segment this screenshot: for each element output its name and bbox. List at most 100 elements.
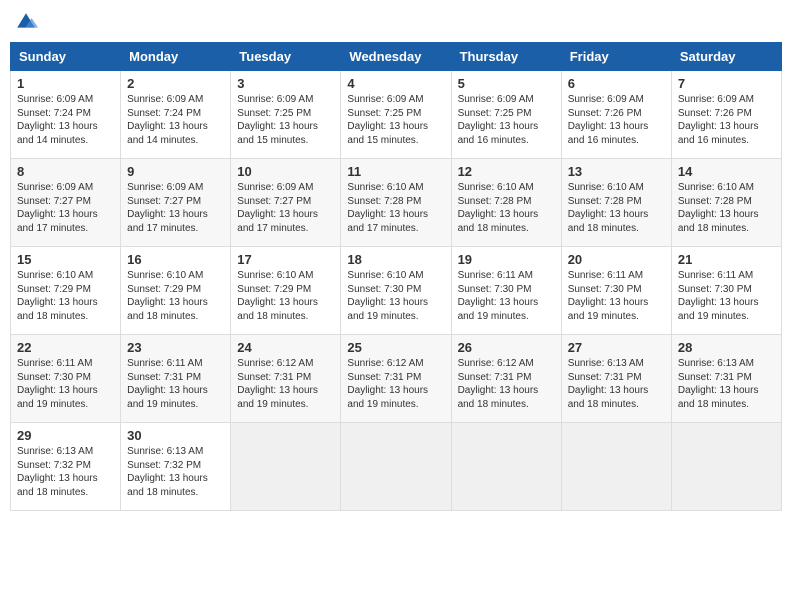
day-number: 7 <box>678 76 775 91</box>
calendar-cell: 12 Sunrise: 6:10 AM Sunset: 7:28 PM Dayl… <box>451 159 561 247</box>
calendar-cell: 2 Sunrise: 6:09 AM Sunset: 7:24 PM Dayli… <box>121 71 231 159</box>
day-number: 25 <box>347 340 444 355</box>
calendar-cell: 6 Sunrise: 6:09 AM Sunset: 7:26 PM Dayli… <box>561 71 671 159</box>
day-number: 2 <box>127 76 224 91</box>
day-number: 26 <box>458 340 555 355</box>
day-info: Sunrise: 6:09 AM Sunset: 7:26 PM Dayligh… <box>568 93 665 147</box>
day-number: 23 <box>127 340 224 355</box>
calendar-cell <box>561 423 671 511</box>
day-info: Sunrise: 6:10 AM Sunset: 7:28 PM Dayligh… <box>458 181 555 235</box>
calendar-cell: 11 Sunrise: 6:10 AM Sunset: 7:28 PM Dayl… <box>341 159 451 247</box>
calendar-cell: 9 Sunrise: 6:09 AM Sunset: 7:27 PM Dayli… <box>121 159 231 247</box>
calendar-cell: 8 Sunrise: 6:09 AM Sunset: 7:27 PM Dayli… <box>11 159 121 247</box>
weekday-header-friday: Friday <box>561 43 671 71</box>
day-info: Sunrise: 6:11 AM Sunset: 7:31 PM Dayligh… <box>127 357 224 411</box>
day-info: Sunrise: 6:09 AM Sunset: 7:27 PM Dayligh… <box>237 181 334 235</box>
day-number: 20 <box>568 252 665 267</box>
day-number: 28 <box>678 340 775 355</box>
header <box>10 10 782 34</box>
day-number: 18 <box>347 252 444 267</box>
calendar-week-3: 15 Sunrise: 6:10 AM Sunset: 7:29 PM Dayl… <box>11 247 782 335</box>
day-info: Sunrise: 6:09 AM Sunset: 7:25 PM Dayligh… <box>237 93 334 147</box>
calendar-cell: 26 Sunrise: 6:12 AM Sunset: 7:31 PM Dayl… <box>451 335 561 423</box>
calendar-cell: 24 Sunrise: 6:12 AM Sunset: 7:31 PM Dayl… <box>231 335 341 423</box>
day-number: 12 <box>458 164 555 179</box>
calendar-cell: 25 Sunrise: 6:12 AM Sunset: 7:31 PM Dayl… <box>341 335 451 423</box>
calendar-cell <box>231 423 341 511</box>
weekday-header-tuesday: Tuesday <box>231 43 341 71</box>
day-info: Sunrise: 6:10 AM Sunset: 7:29 PM Dayligh… <box>127 269 224 323</box>
day-info: Sunrise: 6:10 AM Sunset: 7:29 PM Dayligh… <box>237 269 334 323</box>
weekday-header-saturday: Saturday <box>671 43 781 71</box>
day-info: Sunrise: 6:09 AM Sunset: 7:24 PM Dayligh… <box>17 93 114 147</box>
weekday-header-wednesday: Wednesday <box>341 43 451 71</box>
day-info: Sunrise: 6:10 AM Sunset: 7:28 PM Dayligh… <box>678 181 775 235</box>
day-number: 16 <box>127 252 224 267</box>
day-number: 1 <box>17 76 114 91</box>
calendar-cell: 13 Sunrise: 6:10 AM Sunset: 7:28 PM Dayl… <box>561 159 671 247</box>
day-number: 6 <box>568 76 665 91</box>
day-info: Sunrise: 6:09 AM Sunset: 7:24 PM Dayligh… <box>127 93 224 147</box>
calendar-cell: 14 Sunrise: 6:10 AM Sunset: 7:28 PM Dayl… <box>671 159 781 247</box>
calendar-cell: 21 Sunrise: 6:11 AM Sunset: 7:30 PM Dayl… <box>671 247 781 335</box>
day-number: 5 <box>458 76 555 91</box>
day-number: 19 <box>458 252 555 267</box>
day-info: Sunrise: 6:11 AM Sunset: 7:30 PM Dayligh… <box>17 357 114 411</box>
day-number: 17 <box>237 252 334 267</box>
calendar-cell: 17 Sunrise: 6:10 AM Sunset: 7:29 PM Dayl… <box>231 247 341 335</box>
calendar-cell <box>671 423 781 511</box>
calendar-cell: 29 Sunrise: 6:13 AM Sunset: 7:32 PM Dayl… <box>11 423 121 511</box>
day-number: 22 <box>17 340 114 355</box>
day-number: 24 <box>237 340 334 355</box>
logo <box>14 10 42 34</box>
day-info: Sunrise: 6:12 AM Sunset: 7:31 PM Dayligh… <box>237 357 334 411</box>
calendar-cell <box>451 423 561 511</box>
calendar-cell: 22 Sunrise: 6:11 AM Sunset: 7:30 PM Dayl… <box>11 335 121 423</box>
day-number: 15 <box>17 252 114 267</box>
day-number: 10 <box>237 164 334 179</box>
day-info: Sunrise: 6:09 AM Sunset: 7:27 PM Dayligh… <box>127 181 224 235</box>
day-info: Sunrise: 6:10 AM Sunset: 7:28 PM Dayligh… <box>347 181 444 235</box>
calendar-cell: 16 Sunrise: 6:10 AM Sunset: 7:29 PM Dayl… <box>121 247 231 335</box>
day-number: 21 <box>678 252 775 267</box>
calendar-cell: 28 Sunrise: 6:13 AM Sunset: 7:31 PM Dayl… <box>671 335 781 423</box>
day-info: Sunrise: 6:12 AM Sunset: 7:31 PM Dayligh… <box>347 357 444 411</box>
day-number: 3 <box>237 76 334 91</box>
weekday-header-thursday: Thursday <box>451 43 561 71</box>
calendar: SundayMondayTuesdayWednesdayThursdayFrid… <box>10 42 782 511</box>
calendar-cell: 18 Sunrise: 6:10 AM Sunset: 7:30 PM Dayl… <box>341 247 451 335</box>
calendar-week-5: 29 Sunrise: 6:13 AM Sunset: 7:32 PM Dayl… <box>11 423 782 511</box>
day-number: 27 <box>568 340 665 355</box>
day-info: Sunrise: 6:11 AM Sunset: 7:30 PM Dayligh… <box>458 269 555 323</box>
calendar-cell: 23 Sunrise: 6:11 AM Sunset: 7:31 PM Dayl… <box>121 335 231 423</box>
calendar-cell: 27 Sunrise: 6:13 AM Sunset: 7:31 PM Dayl… <box>561 335 671 423</box>
day-number: 11 <box>347 164 444 179</box>
day-info: Sunrise: 6:10 AM Sunset: 7:29 PM Dayligh… <box>17 269 114 323</box>
calendar-cell: 1 Sunrise: 6:09 AM Sunset: 7:24 PM Dayli… <box>11 71 121 159</box>
calendar-cell: 19 Sunrise: 6:11 AM Sunset: 7:30 PM Dayl… <box>451 247 561 335</box>
day-number: 29 <box>17 428 114 443</box>
day-info: Sunrise: 6:13 AM Sunset: 7:32 PM Dayligh… <box>127 445 224 499</box>
day-number: 13 <box>568 164 665 179</box>
calendar-cell: 3 Sunrise: 6:09 AM Sunset: 7:25 PM Dayli… <box>231 71 341 159</box>
calendar-cell: 15 Sunrise: 6:10 AM Sunset: 7:29 PM Dayl… <box>11 247 121 335</box>
day-info: Sunrise: 6:13 AM Sunset: 7:32 PM Dayligh… <box>17 445 114 499</box>
calendar-cell: 7 Sunrise: 6:09 AM Sunset: 7:26 PM Dayli… <box>671 71 781 159</box>
day-number: 14 <box>678 164 775 179</box>
day-number: 30 <box>127 428 224 443</box>
weekday-header-sunday: Sunday <box>11 43 121 71</box>
day-info: Sunrise: 6:13 AM Sunset: 7:31 PM Dayligh… <box>678 357 775 411</box>
day-info: Sunrise: 6:13 AM Sunset: 7:31 PM Dayligh… <box>568 357 665 411</box>
calendar-cell: 5 Sunrise: 6:09 AM Sunset: 7:25 PM Dayli… <box>451 71 561 159</box>
calendar-cell <box>341 423 451 511</box>
calendar-week-4: 22 Sunrise: 6:11 AM Sunset: 7:30 PM Dayl… <box>11 335 782 423</box>
calendar-cell: 10 Sunrise: 6:09 AM Sunset: 7:27 PM Dayl… <box>231 159 341 247</box>
day-info: Sunrise: 6:11 AM Sunset: 7:30 PM Dayligh… <box>568 269 665 323</box>
day-info: Sunrise: 6:09 AM Sunset: 7:25 PM Dayligh… <box>347 93 444 147</box>
day-info: Sunrise: 6:10 AM Sunset: 7:30 PM Dayligh… <box>347 269 444 323</box>
day-info: Sunrise: 6:09 AM Sunset: 7:27 PM Dayligh… <box>17 181 114 235</box>
day-number: 9 <box>127 164 224 179</box>
day-number: 8 <box>17 164 114 179</box>
calendar-cell: 4 Sunrise: 6:09 AM Sunset: 7:25 PM Dayli… <box>341 71 451 159</box>
weekday-header-monday: Monday <box>121 43 231 71</box>
